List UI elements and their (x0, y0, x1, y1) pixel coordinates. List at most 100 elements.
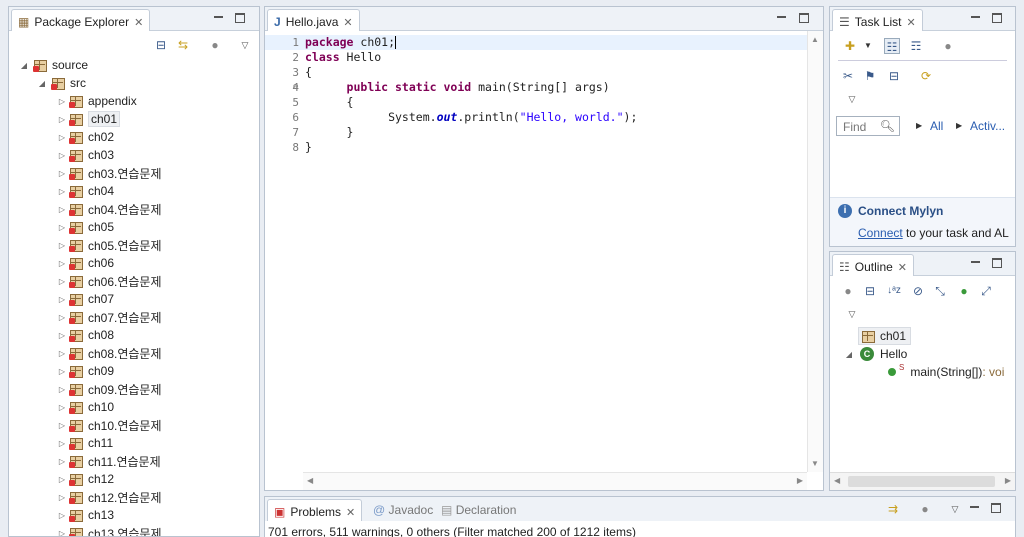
package-row[interactable]: ▷ ch09 (57, 362, 114, 380)
tab-hello-java[interactable]: J Hello.java ✕ (267, 9, 360, 31)
tab-problems[interactable]: ▣ Problems ✕ (267, 499, 363, 521)
vertical-scrollbar[interactable]: ▲ ▼ (807, 31, 823, 472)
hide-nonpublic-icon[interactable]: ● (956, 283, 972, 299)
view-menu-icon[interactable]: ▽ (844, 91, 860, 107)
tab-outline[interactable]: ☷ Outline ✕ (832, 254, 915, 276)
package-row[interactable]: ▷ ch05.연습문제 (57, 236, 162, 254)
code-line[interactable]: 7 } (265, 125, 807, 140)
expand-icon[interactable]: ▷ (57, 403, 67, 412)
expand-icon[interactable]: ▷ (57, 241, 67, 250)
code-line[interactable]: 8} (265, 140, 807, 155)
scroll-right-icon[interactable]: ▶ (797, 476, 803, 485)
scroll-left-icon[interactable]: ◀ (834, 476, 840, 485)
scroll-thumb[interactable] (848, 476, 995, 487)
expand-icon[interactable]: ▷ (57, 349, 67, 358)
package-row[interactable]: ▷ ch08.연습문제 (57, 344, 162, 362)
scroll-right-icon[interactable]: ▶ (1005, 476, 1011, 485)
scroll-down-icon[interactable]: ▼ (811, 459, 819, 468)
package-row[interactable]: ▷ ch08 (57, 326, 114, 344)
code-line[interactable]: 2 class Hello (265, 50, 807, 65)
package-row[interactable]: ▷ ch13 (57, 506, 114, 524)
expand-icon[interactable]: ▷ (57, 385, 67, 394)
close-icon[interactable]: ✕ (134, 16, 143, 29)
package-row[interactable]: ▷ ch06 (57, 254, 114, 272)
scheduled-icon[interactable]: ☶ (908, 38, 924, 54)
package-row[interactable]: ▷ appendix (57, 92, 137, 110)
close-icon[interactable]: ✕ (906, 16, 915, 29)
close-icon[interactable]: ✕ (898, 261, 907, 274)
expand-icon[interactable]: ▷ (57, 511, 67, 520)
hide-fields-icon[interactable]: ⊘ (910, 283, 926, 299)
expand-icon[interactable]: ▷ (57, 277, 67, 286)
focus-task-icon[interactable]: ● (940, 38, 956, 54)
hide-local-types-icon[interactable]: ⤢ (978, 283, 994, 299)
expand-icon[interactable]: ▷ (57, 133, 67, 142)
view-menu-icon[interactable]: ▽ (947, 501, 963, 517)
find-input[interactable]: Find 🔍︎ (836, 116, 900, 136)
scroll-up-icon[interactable]: ▲ (811, 35, 819, 44)
code-line[interactable]: 6 System.out.println("Hello, world."); (265, 110, 807, 125)
expand-icon[interactable]: ▷ (57, 259, 67, 268)
package-row[interactable]: ▷ ch10 (57, 398, 114, 416)
focus-task-icon[interactable]: ● (207, 37, 223, 53)
activate-link[interactable]: Activ... (970, 119, 1005, 133)
minimize-icon[interactable] (970, 257, 982, 269)
package-row[interactable]: ▷ ch07.연습문제 (57, 308, 162, 326)
expand-icon[interactable]: ▷ (57, 529, 67, 537)
all-filter-link[interactable]: All (930, 119, 943, 133)
package-row[interactable]: ▷ ch12 (57, 470, 114, 488)
expand-icon[interactable]: ▷ (57, 439, 67, 448)
package-row[interactable]: ▷ ch06.연습문제 (57, 272, 162, 290)
expand-icon[interactable]: ▷ (57, 295, 67, 304)
package-row[interactable]: ▷ ch02 (57, 128, 114, 146)
sort-icon[interactable]: ↓ᵃz (886, 283, 902, 299)
outline-package-row[interactable]: ch01 (858, 327, 912, 345)
filter-private-icon[interactable]: ⚑ (862, 68, 878, 84)
fold-icon[interactable]: ⊖ (293, 80, 298, 95)
filter-completed-icon[interactable]: ✂ (840, 68, 856, 84)
package-row[interactable]: ▷ ch11 (57, 434, 113, 452)
expand-icon[interactable]: ▷ (57, 475, 67, 484)
categorized-icon[interactable]: ☷ (884, 38, 900, 54)
package-row[interactable]: ▷ ch09.연습문제 (57, 380, 162, 398)
expand-icon[interactable]: ◢ (37, 79, 47, 88)
tab-task-list[interactable]: ☰ Task List ✕ (832, 9, 923, 31)
package-row[interactable]: ▷ ch07 (57, 290, 114, 308)
new-task-icon[interactable]: ✚ (842, 38, 858, 54)
package-row[interactable]: ▷ ch13.연습문제 (57, 524, 162, 537)
package-row[interactable]: ▷ ch04.연습문제 (57, 200, 162, 218)
connect-link[interactable]: Connect (858, 226, 903, 240)
package-row[interactable]: ▷ ch03 (57, 146, 114, 164)
javadoc-tab[interactable]: @ Javadoc (373, 503, 433, 517)
package-row[interactable]: ▷ ch11.연습문제 (57, 452, 161, 470)
code-area[interactable]: 1 package ch01; 2 class Hello 3{4 public sta… (265, 35, 807, 175)
src-folder-row[interactable]: ◢ src (37, 74, 86, 92)
scroll-left-icon[interactable]: ◀ (307, 476, 313, 485)
package-row[interactable]: ▷ ch01 (57, 110, 121, 128)
package-row[interactable]: ▷ ch12.연습문제 (57, 488, 162, 506)
code-line[interactable]: 1 package ch01; (265, 35, 807, 50)
code-line[interactable]: 3{ (265, 65, 807, 80)
code-line[interactable]: 4 public static void main(String[] args)… (265, 80, 807, 95)
expand-icon[interactable]: ◢ (844, 350, 854, 359)
collapse-all-icon[interactable]: ⊟ (862, 283, 878, 299)
minimize-icon[interactable] (970, 12, 982, 24)
collapse-all-icon[interactable]: ⊟ (886, 68, 902, 84)
expand-icon[interactable]: ▷ (57, 115, 67, 124)
declaration-tab[interactable]: ▤ Declaration (441, 503, 516, 517)
expand-icon[interactable]: ▷ (57, 205, 67, 214)
package-row[interactable]: ▷ ch03.연습문제 (57, 164, 162, 182)
outline-class-row[interactable]: ◢ C Hello (844, 345, 907, 363)
expand-icon[interactable]: ◢ (19, 61, 29, 70)
link-with-editor-icon[interactable]: ⇆ (175, 37, 191, 53)
package-row[interactable]: ▷ ch10.연습문제 (57, 416, 162, 434)
expand-icon[interactable]: ▷ (57, 169, 67, 178)
maximize-icon[interactable] (991, 503, 1001, 513)
expand-icon[interactable]: ▷ (57, 457, 67, 466)
package-row[interactable]: ▷ ch05 (57, 218, 114, 236)
view-menu-icon[interactable]: ▽ (237, 37, 253, 53)
tab-package-explorer[interactable]: ▦ Package Explorer ✕ (11, 9, 151, 31)
collapse-all-icon[interactable]: ⊟ (153, 37, 169, 53)
new-task-dropdown-icon[interactable]: ▼ (860, 38, 876, 54)
expand-icon[interactable]: ▷ (57, 151, 67, 160)
